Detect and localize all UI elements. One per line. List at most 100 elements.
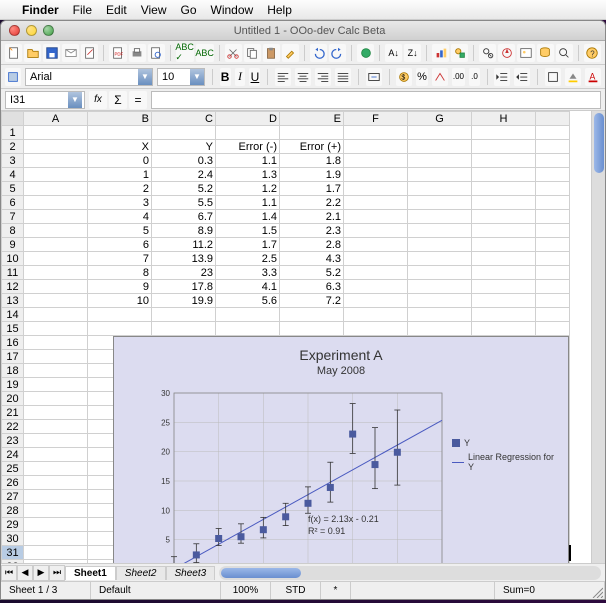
- bg-color-icon[interactable]: [565, 68, 581, 86]
- menu-help[interactable]: Help: [267, 3, 292, 17]
- horizontal-scroll-thumb[interactable]: [221, 568, 301, 578]
- hyperlink-icon[interactable]: [357, 44, 374, 62]
- edit-doc-icon[interactable]: [81, 44, 98, 62]
- vertical-scroll-thumb[interactable]: [594, 113, 604, 173]
- sheet-nav-prev[interactable]: ◀: [17, 565, 33, 581]
- legend-label-1: Y: [464, 438, 470, 448]
- font-name-dropdown-button[interactable]: ▼: [138, 69, 152, 85]
- function-button[interactable]: =: [129, 91, 147, 109]
- sort-asc-icon[interactable]: A↓: [385, 44, 402, 62]
- open-doc-icon[interactable]: [24, 44, 41, 62]
- svg-text:10: 10: [161, 506, 170, 515]
- sheet-nav-last[interactable]: ⏭: [49, 565, 65, 581]
- bold-button[interactable]: B: [220, 68, 231, 86]
- menu-file[interactable]: File: [73, 3, 92, 17]
- standard-toolbar: PDF ABC✓ ABC A↓ Z↓ ?: [1, 41, 605, 65]
- show-draw-icon[interactable]: [451, 44, 468, 62]
- styles-icon[interactable]: [5, 68, 21, 86]
- menu-go[interactable]: Go: [181, 3, 197, 17]
- svg-text:A: A: [590, 71, 596, 81]
- decrease-indent-icon[interactable]: [494, 68, 510, 86]
- formula-input[interactable]: [151, 91, 601, 109]
- sheet-nav-first[interactable]: ⏮: [1, 565, 17, 581]
- function-wizard-button[interactable]: fx: [89, 91, 107, 109]
- undo-icon[interactable]: [310, 44, 327, 62]
- zoom-icon[interactable]: [556, 44, 573, 62]
- cell-reference-input[interactable]: [6, 92, 68, 108]
- insert-chart-icon[interactable]: [432, 44, 449, 62]
- cut-icon[interactable]: [225, 44, 242, 62]
- chart-object[interactable]: Experiment A May 2008 051015202530024681…: [113, 336, 569, 563]
- redo-icon[interactable]: [329, 44, 346, 62]
- percent-icon[interactable]: %: [416, 68, 428, 86]
- menu-finder[interactable]: Finder: [22, 3, 59, 17]
- del-decimal-icon[interactable]: .0: [469, 68, 480, 86]
- sheet-tabs-row: ⏮ ◀ ▶ ⏭ Sheet1 Sheet2 Sheet3: [1, 563, 605, 581]
- font-size-dropdown-button[interactable]: ▼: [190, 69, 204, 85]
- svg-text:f(x) = 2.13x - 0.21: f(x) = 2.13x - 0.21: [308, 514, 379, 524]
- sheet-tab-3[interactable]: Sheet3: [166, 566, 216, 580]
- navigator-icon[interactable]: [498, 44, 515, 62]
- svg-text:R² = 0.91: R² = 0.91: [308, 526, 345, 536]
- increase-indent-icon[interactable]: [514, 68, 530, 86]
- export-pdf-icon[interactable]: PDF: [109, 44, 126, 62]
- format-paintbrush-icon[interactable]: [282, 44, 299, 62]
- currency-icon[interactable]: $: [396, 68, 412, 86]
- status-mode[interactable]: STD: [271, 582, 321, 599]
- new-doc-icon[interactable]: [5, 44, 22, 62]
- align-justify-icon[interactable]: [335, 68, 351, 86]
- status-zoom[interactable]: 100%: [221, 582, 271, 599]
- align-center-icon[interactable]: [295, 68, 311, 86]
- autospell-icon[interactable]: ABC: [196, 44, 214, 62]
- sheet-nav-next[interactable]: ▶: [33, 565, 49, 581]
- cell-reference-dropdown-button[interactable]: ▼: [68, 92, 82, 108]
- sheet-tab-2[interactable]: Sheet2: [116, 566, 166, 580]
- standard-format-icon[interactable]: [432, 68, 448, 86]
- status-bar: Sheet 1 / 3 Default 100% STD * Sum=0: [1, 581, 605, 599]
- status-sum[interactable]: Sum=0: [495, 582, 605, 599]
- print-icon[interactable]: [129, 44, 146, 62]
- borders-icon[interactable]: [545, 68, 561, 86]
- underline-button[interactable]: U: [249, 68, 260, 86]
- legend-label-2: Linear Regression for Y: [468, 452, 558, 472]
- font-name-input[interactable]: [26, 69, 138, 85]
- italic-button[interactable]: I: [235, 68, 246, 86]
- add-decimal-icon[interactable]: .00: [452, 68, 465, 86]
- menu-edit[interactable]: Edit: [106, 3, 127, 17]
- close-window-button[interactable]: [9, 25, 20, 36]
- menu-window[interactable]: Window: [211, 3, 254, 17]
- status-sheet-pos: Sheet 1 / 3: [1, 582, 91, 599]
- cell-reference-box[interactable]: ▼: [5, 91, 85, 109]
- status-modified: *: [321, 582, 351, 599]
- align-right-icon[interactable]: [315, 68, 331, 86]
- font-size-dropdown[interactable]: ▼: [157, 68, 205, 86]
- font-name-dropdown[interactable]: ▼: [25, 68, 153, 86]
- spellcheck-icon[interactable]: ABC✓: [176, 44, 194, 62]
- sheet-tab-1[interactable]: Sheet1: [65, 566, 116, 580]
- copy-icon[interactable]: [244, 44, 261, 62]
- email-icon[interactable]: [62, 44, 79, 62]
- resize-handle[interactable]: [591, 585, 603, 597]
- merge-cells-icon[interactable]: [366, 68, 382, 86]
- sheet-scroll[interactable]: ABCDEFGH12XYError (-)Error (+)300.31.11.…: [1, 111, 591, 563]
- paste-icon[interactable]: [263, 44, 280, 62]
- gallery-icon[interactable]: [517, 44, 534, 62]
- zoom-window-button[interactable]: [43, 25, 54, 36]
- sum-button[interactable]: Σ: [109, 91, 127, 109]
- align-left-icon[interactable]: [275, 68, 291, 86]
- font-color-icon[interactable]: A: [585, 68, 601, 86]
- minimize-window-button[interactable]: [26, 25, 37, 36]
- svg-text:?: ?: [590, 49, 595, 58]
- help-icon[interactable]: ?: [584, 44, 601, 62]
- print-preview-icon[interactable]: [148, 44, 165, 62]
- svg-text:25: 25: [161, 418, 170, 427]
- horizontal-scrollbar[interactable]: [219, 566, 601, 580]
- save-icon[interactable]: [43, 44, 60, 62]
- sort-desc-icon[interactable]: Z↓: [404, 44, 421, 62]
- find-replace-icon[interactable]: [479, 44, 496, 62]
- data-sources-icon[interactable]: [537, 44, 554, 62]
- formula-bar: ▼ fx Σ =: [1, 89, 605, 111]
- menu-view[interactable]: View: [141, 3, 167, 17]
- vertical-scrollbar[interactable]: [591, 111, 605, 563]
- font-size-input[interactable]: [158, 69, 190, 85]
